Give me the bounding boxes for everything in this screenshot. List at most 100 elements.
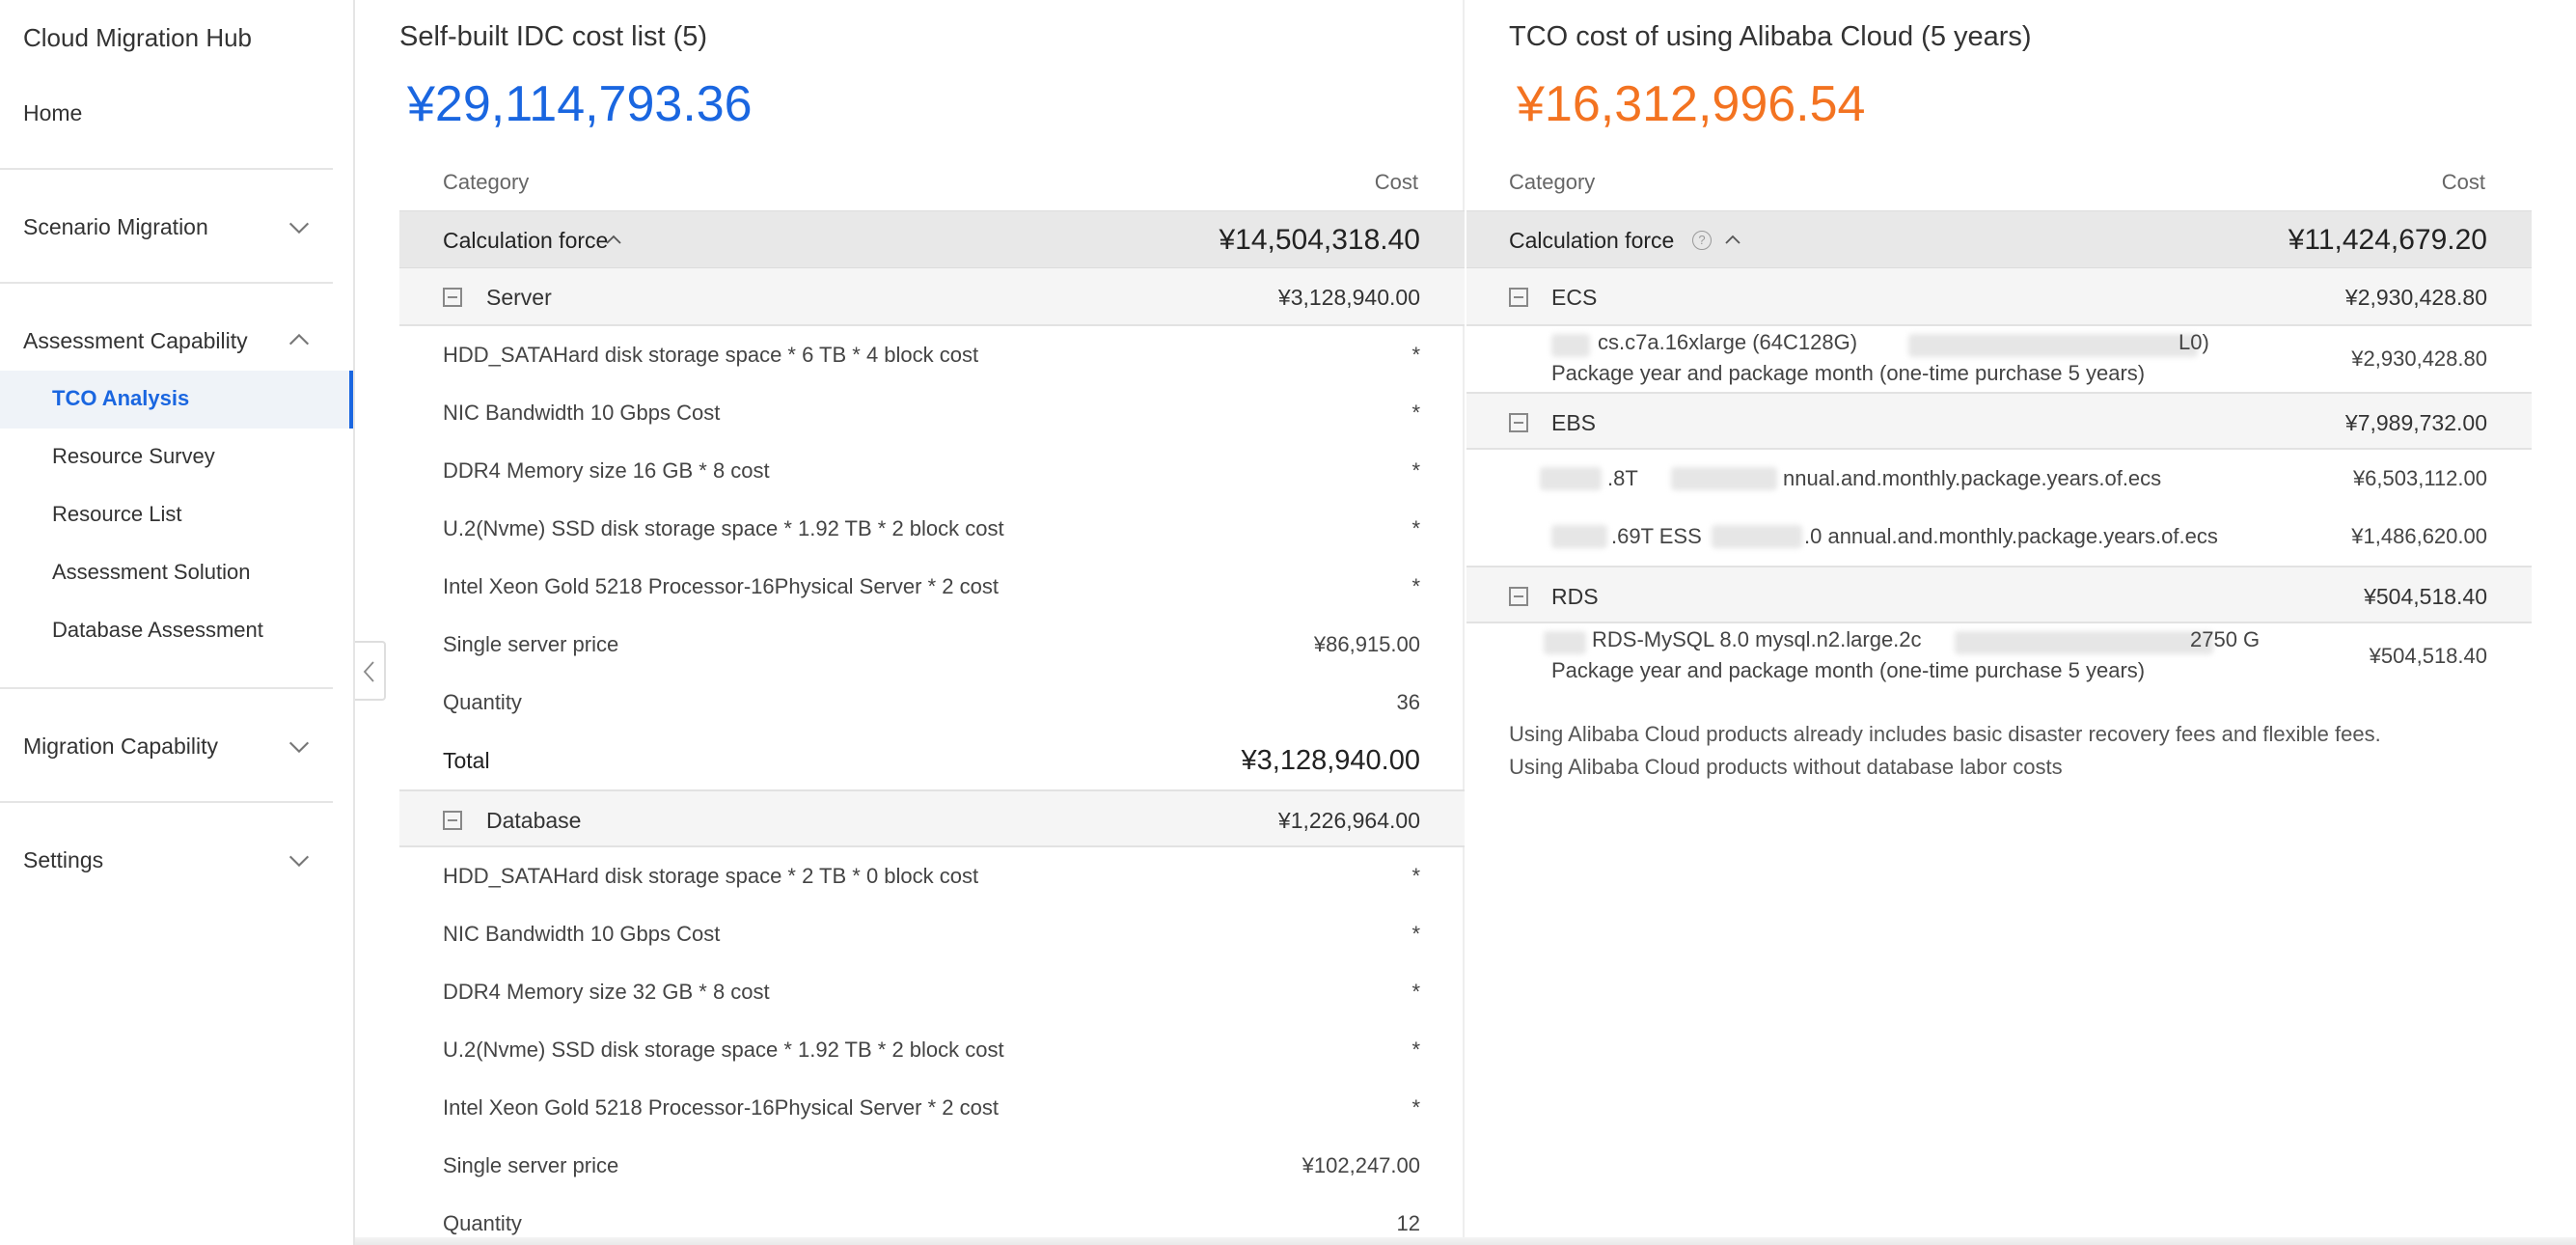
sidebar-item-resource-survey[interactable]: Resource Survey (52, 444, 215, 469)
group-row-ecs[interactable]: ECS ¥2,930,428.80 (1466, 268, 2532, 326)
item-label: DDR4 Memory size 16 GB * 8 cost (443, 458, 770, 483)
list-item: Intel Xeon Gold 5218 Processor-16Physica… (399, 1079, 1465, 1137)
group-row-database[interactable]: Database ¥1,226,964.00 (399, 789, 1465, 847)
item-value: * (1411, 574, 1420, 598)
item-value: * (1411, 343, 1420, 367)
item-value: * (1411, 516, 1420, 540)
group-label: RDS (1551, 584, 1599, 609)
sidebar-group-scenario-migration[interactable]: Scenario Migration (23, 214, 208, 240)
group-value: ¥3,128,940.00 (1277, 285, 1420, 310)
item-value: ¥2,930,428.80 (2351, 346, 2487, 371)
item-value: * (1411, 1095, 1420, 1120)
column-header-cost: Cost (2441, 170, 2485, 194)
help-icon[interactable]: ? (1692, 231, 1712, 250)
group-row-rds[interactable]: RDS ¥504,518.40 (1466, 566, 2532, 623)
list-item: RDS-MySQL 8.0 mysql.n2.large.2c 2750 G P… (1466, 623, 2532, 689)
collapse-minus-icon[interactable] (1509, 587, 1528, 606)
list-item: U.2(Nvme) SSD disk storage space * 1.92 … (399, 500, 1465, 558)
list-item: NIC Bandwidth 10 Gbps Cost * (399, 384, 1465, 442)
group-value: ¥7,989,732.00 (2344, 410, 2487, 435)
item-value: ¥6,503,112.00 (2352, 466, 2487, 490)
app-title: Cloud Migration Hub (23, 23, 253, 52)
sidebar-item-resource-list[interactable]: Resource List (52, 502, 182, 527)
item-value: * (1411, 922, 1420, 946)
category-row-calculation-force[interactable]: Calculation force ¥14,504,318.40 (399, 210, 1465, 268)
item-value: ¥86,915.00 (1313, 632, 1420, 656)
group-row-ebs[interactable]: EBS ¥7,989,732.00 (1466, 392, 2532, 450)
sidebar-group-migration-capability[interactable]: Migration Capability (23, 733, 218, 760)
item-value: * (1411, 1038, 1420, 1062)
item-label: Intel Xeon Gold 5218 Processor-16Physica… (443, 1095, 999, 1120)
chevron-down-icon[interactable] (286, 733, 313, 761)
cloud-cost-panel: TCO cost of using Alibaba Cloud (5 years… (1466, 0, 2576, 1245)
idc-title: Self-built IDC cost list (5) (399, 21, 708, 52)
list-item: .69T ESS .0 annual.and.monthly.package.y… (1466, 508, 2532, 566)
sidebar-item-tco-analysis[interactable]: TCO Analysis (52, 386, 189, 411)
total-value: ¥3,128,940.00 (1241, 745, 1420, 776)
collapse-minus-icon[interactable] (443, 811, 462, 830)
sidebar-group-assessment-capability[interactable]: Assessment Capability (23, 328, 248, 354)
redacted-text (1551, 525, 1607, 548)
item-label-tail: nnual.and.monthly.package.years.of.ecs (1783, 466, 2162, 490)
item-label: Quantity (443, 690, 522, 714)
idc-cost-panel: Self-built IDC cost list (5) ¥29,114,793… (357, 0, 1465, 1245)
column-header-category: Category (443, 170, 530, 194)
item-label: cs.c7a.16xlarge (64C128G) (1598, 330, 1858, 354)
column-header-cost: Cost (1374, 170, 1418, 194)
chevron-up-icon[interactable] (286, 326, 313, 353)
group-row-server[interactable]: Server ¥3,128,940.00 (399, 268, 1465, 326)
redacted-text (1671, 467, 1777, 490)
item-label: .69T ESS (1611, 524, 1702, 548)
group-label: EBS (1551, 410, 1597, 435)
item-value: * (1411, 401, 1420, 425)
sidebar-item-home[interactable]: Home (23, 100, 82, 126)
list-item: NIC Bandwidth 10 Gbps Cost * (399, 905, 1465, 963)
sidebar-active-indicator (349, 371, 353, 429)
item-label: Single server price (443, 1153, 619, 1177)
group-value: ¥504,518.40 (2364, 584, 2487, 609)
list-item: Single server price ¥86,915.00 (399, 616, 1465, 674)
sidebar-item-assessment-solution[interactable]: Assessment Solution (52, 560, 250, 585)
item-label: Intel Xeon Gold 5218 Processor-16Physica… (443, 574, 999, 598)
chevron-down-icon[interactable] (286, 847, 313, 874)
list-item: U.2(Nvme) SSD disk storage space * 1.92 … (399, 1021, 1465, 1079)
redacted-text (1908, 334, 2198, 357)
item-value: ¥1,486,620.00 (2351, 524, 2487, 548)
item-value: * (1411, 458, 1420, 483)
collapse-minus-icon[interactable] (1509, 288, 1528, 307)
collapse-minus-icon[interactable] (1509, 413, 1528, 432)
collapse-minus-icon[interactable] (443, 288, 462, 307)
item-label: DDR4 Memory size 32 GB * 8 cost (443, 980, 770, 1004)
category-label: Calculation force (1509, 228, 1675, 253)
sidebar-divider (0, 282, 333, 284)
list-item: DDR4 Memory size 32 GB * 8 cost * (399, 963, 1465, 1021)
app-root: Cloud Migration Hub Home Scenario Migrat… (0, 0, 2576, 1245)
category-row-calculation-force[interactable]: Calculation force ? ¥11,424,679.20 (1466, 210, 2532, 268)
list-item: Intel Xeon Gold 5218 Processor-16Physica… (399, 558, 1465, 616)
redacted-text (1955, 631, 2213, 654)
sidebar-group-settings[interactable]: Settings (23, 847, 103, 873)
item-label: NIC Bandwidth 10 Gbps Cost (443, 401, 721, 425)
item-label-tail: L0) (2179, 330, 2209, 354)
category-label: Calculation force (443, 228, 609, 253)
chevron-up-icon[interactable] (602, 229, 625, 252)
chevron-down-icon[interactable] (286, 214, 313, 241)
sidebar-item-database-assessment[interactable]: Database Assessment (52, 618, 263, 643)
column-header-category: Category (1509, 170, 1596, 194)
note-text: Using Alibaba Cloud products already inc… (1509, 722, 2381, 746)
category-value: ¥11,424,679.20 (2288, 224, 2487, 256)
item-label: U.2(Nvme) SSD disk storage space * 1.92 … (443, 1038, 1004, 1062)
sidebar-divider (0, 168, 333, 170)
note-text: Using Alibaba Cloud products without dat… (1509, 755, 2063, 779)
item-label-tail: .0 annual.and.monthly.package.years.of.e… (1804, 524, 2218, 548)
redacted-text (1544, 631, 1586, 654)
item-label: .8T (1607, 466, 1638, 490)
sidebar-divider (0, 801, 333, 803)
total-row: Total ¥3,128,940.00 (399, 732, 1465, 789)
item-label: Single server price (443, 632, 619, 656)
redacted-text (1540, 467, 1602, 490)
idc-total: ¥29,114,793.36 (407, 76, 753, 132)
item-value: * (1411, 980, 1420, 1004)
item-value: ¥504,518.40 (2369, 644, 2487, 668)
chevron-up-icon[interactable] (1721, 229, 1744, 252)
